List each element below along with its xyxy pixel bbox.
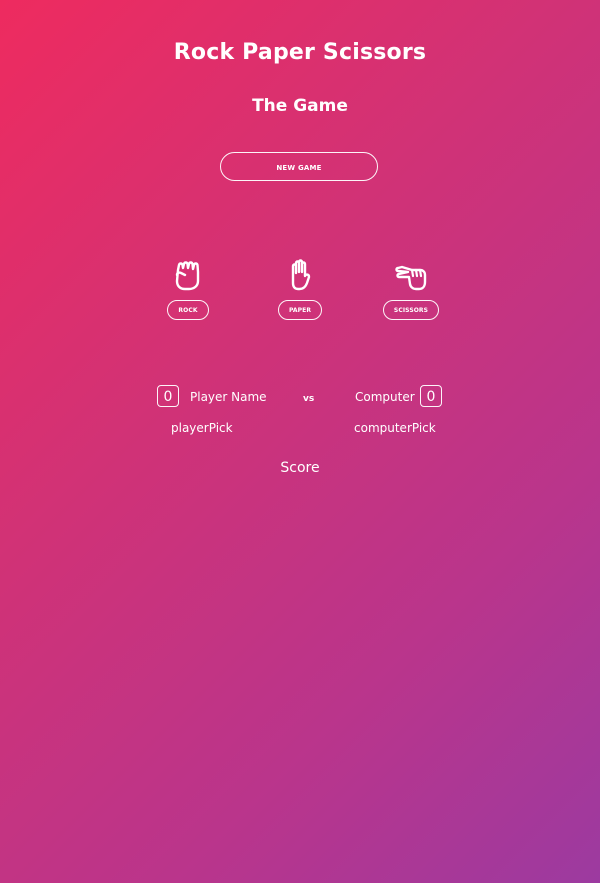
computer-score: 0 (420, 385, 442, 407)
score-label: Score (280, 460, 320, 476)
rock-button[interactable]: ROCK (167, 300, 209, 320)
rock-choice: ROCK (153, 258, 223, 320)
new-game-button[interactable]: NEW GAME (220, 152, 378, 181)
player-score: 0 (157, 385, 179, 407)
paper-hand-icon (291, 259, 311, 291)
game-page: Rock Paper Scissors The Game NEW GAME RO… (0, 0, 600, 883)
page-title: Rock Paper Scissors (173, 40, 427, 65)
versus-label: vs (303, 394, 315, 404)
scissors-button[interactable]: SCISSORS (382, 300, 440, 320)
player-pick: playerPick (171, 421, 233, 435)
player-name: Player Name (190, 390, 267, 404)
computer-name: Computer (355, 390, 415, 404)
rock-hand-icon (175, 261, 200, 291)
computer-pick: computerPick (354, 421, 436, 435)
scissors-choice: SCISSORS (376, 258, 446, 320)
paper-choice: PAPER (265, 258, 335, 320)
page-subtitle: The Game (252, 96, 348, 116)
paper-button[interactable]: PAPER (277, 300, 323, 320)
scissors-hand-icon (395, 265, 427, 291)
